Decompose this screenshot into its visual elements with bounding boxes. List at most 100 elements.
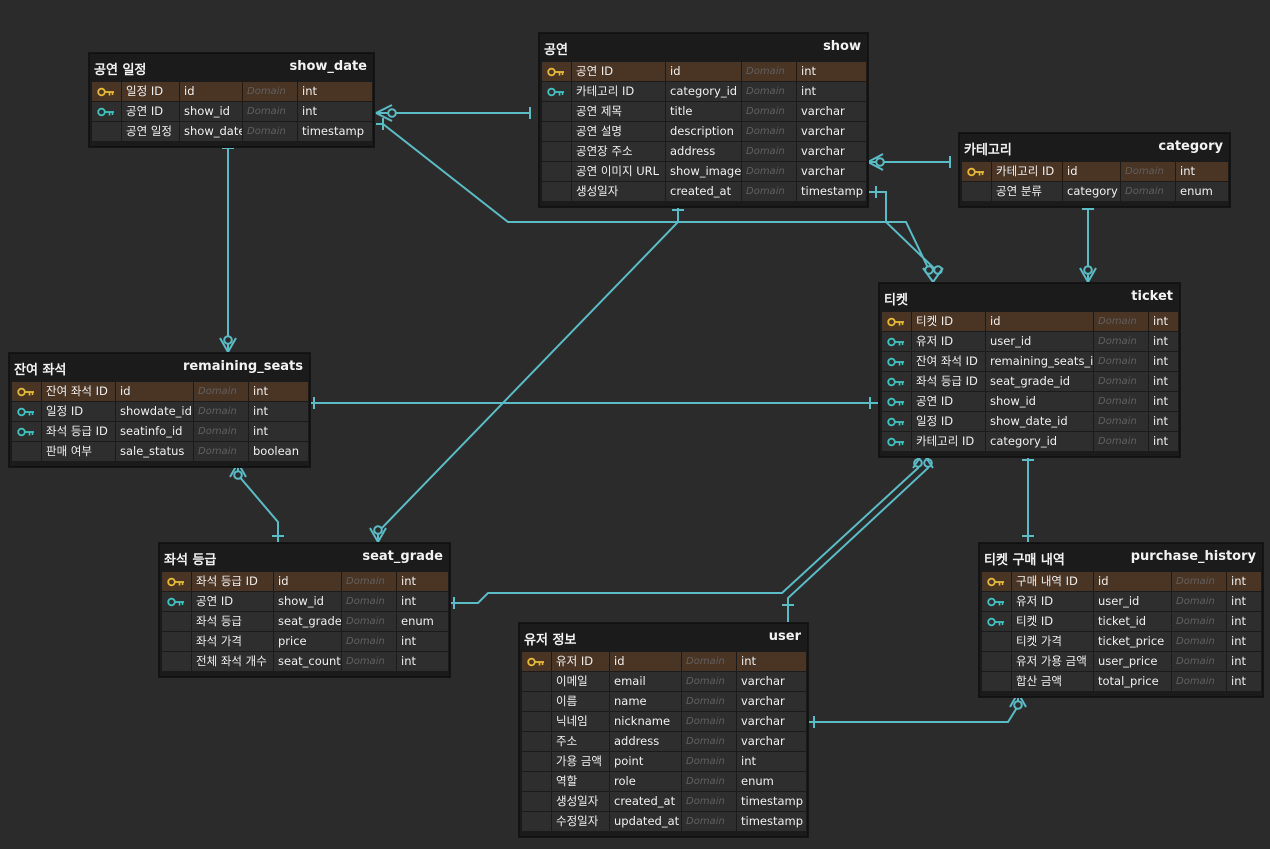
attribute-row[interactable]: 구매 내역 ID id Domain int xyxy=(980,572,1262,591)
attribute-row[interactable]: 수정일자 updated_at Domain timestamp xyxy=(520,812,807,831)
attribute-domain: Domain xyxy=(742,102,796,121)
attribute-physical-name: show_date xyxy=(180,122,242,141)
entity-header[interactable]: 유저 정보 user xyxy=(520,624,807,650)
attribute-row[interactable]: 닉네임 nickname Domain varchar xyxy=(520,712,807,731)
entity-remaining-seats[interactable]: 잔여 좌석 remaining_seats 잔여 좌석 ID id Domain int 일… xyxy=(9,353,310,467)
attribute-logical-name: 전체 좌석 개수 xyxy=(192,652,273,671)
attribute-row[interactable]: 공연 설명 description Domain varchar xyxy=(540,122,867,141)
attribute-row[interactable]: 카테고리 ID id Domain int xyxy=(960,162,1229,181)
attribute-type: int xyxy=(1149,372,1178,391)
attribute-row[interactable]: 이메일 email Domain varchar xyxy=(520,672,807,691)
entity-header[interactable]: 카테고리 category xyxy=(960,134,1229,160)
attribute-domain: Domain xyxy=(742,82,796,101)
key-cell xyxy=(982,632,1011,651)
attribute-type: varchar xyxy=(797,122,866,141)
attribute-row[interactable]: 합산 금액 total_price Domain int xyxy=(980,672,1262,691)
attribute-physical-name: name xyxy=(610,692,681,711)
attribute-physical-name: email xyxy=(610,672,681,691)
attribute-type: varchar xyxy=(737,672,806,691)
attribute-row[interactable]: 유저 ID user_id Domain int xyxy=(880,332,1179,351)
attribute-type: boolean xyxy=(249,442,308,461)
attribute-row[interactable]: 역할 role Domain enum xyxy=(520,772,807,791)
attribute-row[interactable]: 일정 ID id Domain int xyxy=(90,82,373,101)
attribute-row[interactable]: 공연 일정 show_date Domain timestamp xyxy=(90,122,373,141)
key-cell xyxy=(162,632,191,651)
attribute-row[interactable]: 좌석 등급 seat_grade Domain enum xyxy=(160,612,449,631)
entity-category[interactable]: 카테고리 category 카테고리 ID id Domain int 공연 분류 categ… xyxy=(959,133,1230,207)
attribute-physical-name: show_id xyxy=(274,592,341,611)
attribute-row[interactable]: 공연 제목 title Domain varchar xyxy=(540,102,867,121)
attribute-row[interactable]: 일정 ID showdate_id Domain int xyxy=(10,402,309,421)
attribute-logical-name: 일정 ID xyxy=(122,82,179,101)
entity-header[interactable]: 좌석 등급 seat_grade xyxy=(160,544,449,570)
attribute-type: timestamp xyxy=(797,182,866,201)
entity-header[interactable]: 공연 show xyxy=(540,34,867,60)
relationship-line xyxy=(806,693,1019,723)
entity-user[interactable]: 유저 정보 user 유저 ID id Domain int 이메일 email Domain v… xyxy=(519,623,808,837)
attribute-row[interactable]: 잔여 좌석 ID id Domain int xyxy=(10,382,309,401)
attribute-type: int xyxy=(397,652,448,671)
attribute-row[interactable]: 카테고리 ID category_id Domain int xyxy=(880,432,1179,451)
attribute-row[interactable]: 카테고리 ID category_id Domain int xyxy=(540,82,867,101)
attribute-type: varchar xyxy=(737,692,806,711)
attribute-row[interactable]: 좌석 등급 ID id Domain int xyxy=(160,572,449,591)
attribute-row[interactable]: 공연 이미지 URL show_image Domain varchar xyxy=(540,162,867,181)
entity-ticket[interactable]: 티켓 ticket 티켓 ID id Domain int 유저 ID user_id Doma… xyxy=(879,283,1180,457)
entity-show[interactable]: 공연 show 공연 ID id Domain int 카테고리 ID category_id… xyxy=(539,33,868,207)
attribute-row[interactable]: 생성일자 created_at Domain timestamp xyxy=(520,792,807,811)
attribute-domain: Domain xyxy=(682,812,736,831)
attribute-row[interactable]: 좌석 등급 ID seat_grade_id Domain int xyxy=(880,372,1179,391)
foreign-key-icon xyxy=(167,597,184,607)
attribute-row[interactable]: 잔여 좌석 ID remaining_seats_id Domain int xyxy=(880,352,1179,371)
attribute-physical-name: address xyxy=(610,732,681,751)
attribute-row[interactable]: 전체 좌석 개수 seat_count Domain int xyxy=(160,652,449,671)
key-cell xyxy=(12,402,41,421)
attribute-type: int xyxy=(797,82,866,101)
key-cell xyxy=(542,142,571,161)
attribute-row[interactable]: 좌석 가격 price Domain int xyxy=(160,632,449,651)
attribute-type: int xyxy=(1227,612,1261,631)
entity-purchase-history[interactable]: 티켓 구매 내역 purchase_history 구매 내역 ID id Domain… xyxy=(979,543,1263,697)
attribute-logical-name: 주소 xyxy=(552,732,609,751)
attribute-logical-name: 좌석 등급 xyxy=(192,612,273,631)
attribute-row[interactable]: 유저 가용 금액 user_price Domain int xyxy=(980,652,1262,671)
attribute-row[interactable]: 가용 금액 point Domain int xyxy=(520,752,807,771)
attribute-row[interactable]: 공연 ID show_id Domain int xyxy=(90,102,373,121)
attribute-domain: Domain xyxy=(682,752,736,771)
attribute-row[interactable]: 일정 ID show_date_id Domain int xyxy=(880,412,1179,431)
attribute-domain: Domain xyxy=(1094,412,1148,431)
attribute-row[interactable]: 티켓 가격 ticket_price Domain int xyxy=(980,632,1262,651)
entity-header[interactable]: 티켓 구매 내역 purchase_history xyxy=(980,544,1262,570)
attribute-row[interactable]: 공연장 주소 address Domain varchar xyxy=(540,142,867,161)
attribute-domain: Domain xyxy=(1172,592,1226,611)
attribute-row[interactable]: 공연 분류 category Domain enum xyxy=(960,182,1229,201)
attribute-row[interactable]: 공연 ID id Domain int xyxy=(540,62,867,81)
attribute-row[interactable]: 티켓 ID id Domain int xyxy=(880,312,1179,331)
attribute-row[interactable]: 판매 여부 sale_status Domain boolean xyxy=(10,442,309,461)
attribute-row[interactable]: 유저 ID user_id Domain int xyxy=(980,592,1262,611)
key-cell xyxy=(522,792,551,811)
attribute-row[interactable]: 이름 name Domain varchar xyxy=(520,692,807,711)
entity-header[interactable]: 잔여 좌석 remaining_seats xyxy=(10,354,309,380)
foreign-key-icon xyxy=(887,417,904,427)
attribute-row[interactable]: 생성일자 created_at Domain timestamp xyxy=(540,182,867,201)
attribute-row[interactable]: 유저 ID id Domain int xyxy=(520,652,807,671)
entity-physical-name: ticket xyxy=(1131,289,1173,304)
attribute-row[interactable]: 좌석 등급 ID seatinfo_id Domain int xyxy=(10,422,309,441)
attribute-logical-name: 공연 ID xyxy=(912,392,985,411)
key-cell xyxy=(522,812,551,831)
attribute-row[interactable]: 티켓 ID ticket_id Domain int xyxy=(980,612,1262,631)
entity-seat-grade[interactable]: 좌석 등급 seat_grade 좌석 등급 ID id Domain int 공연 ID s… xyxy=(159,543,450,677)
relationship-line xyxy=(237,463,279,542)
entity-show-date[interactable]: 공연 일정 show_date 일정 ID id Domain int 공연 ID show_… xyxy=(89,53,374,147)
key-cell xyxy=(982,612,1011,631)
foreign-key-icon xyxy=(97,107,114,117)
attribute-row[interactable]: 공연 ID show_id Domain int xyxy=(160,592,449,611)
attribute-row[interactable]: 주소 address Domain varchar xyxy=(520,732,807,751)
key-cell xyxy=(522,772,551,791)
attribute-row[interactable]: 공연 ID show_id Domain int xyxy=(880,392,1179,411)
entity-header[interactable]: 티켓 ticket xyxy=(880,284,1179,310)
attribute-logical-name: 티켓 ID xyxy=(912,312,985,331)
entity-header[interactable]: 공연 일정 show_date xyxy=(90,54,373,80)
attribute-domain: Domain xyxy=(682,712,736,731)
